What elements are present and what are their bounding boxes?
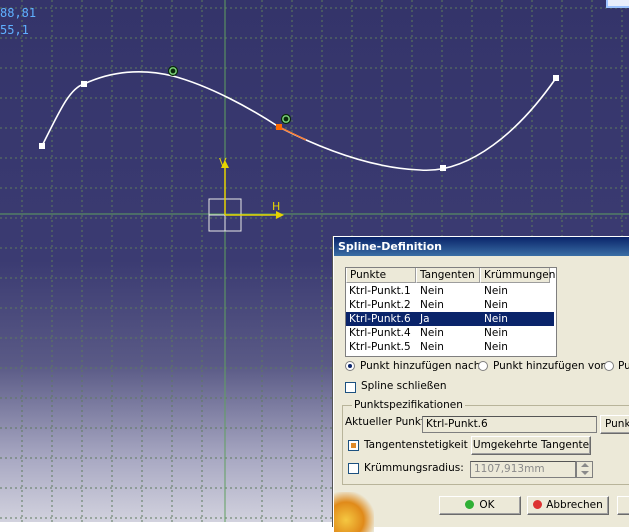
curvature-radius-label[interactable]: Krümmungsradius: <box>364 462 464 474</box>
radio-add-before[interactable] <box>478 361 488 371</box>
cancel-button[interactable]: Abbrechen <box>527 496 609 515</box>
control-point-1[interactable] <box>39 143 45 149</box>
control-point-4[interactable] <box>440 165 446 171</box>
dialog-title[interactable]: Spline-Definition <box>334 237 629 256</box>
constraint-marker-1[interactable] <box>167 65 179 77</box>
spinner-down-icon[interactable] <box>581 471 589 475</box>
column-header-curvatures[interactable]: Krümmungen <box>480 268 555 283</box>
column-header-points[interactable]: Punkte <box>346 268 416 283</box>
dialog-corner-graphic <box>334 492 374 532</box>
row-curvature: Nein <box>484 341 508 353</box>
curvature-spinner[interactable] <box>576 461 593 478</box>
points-table[interactable]: Punkte Tangenten Krümmungen Ktrl-Punkt.1… <box>345 267 557 357</box>
row-tangent: Nein <box>420 327 444 339</box>
radio-add-after[interactable] <box>345 361 355 371</box>
row-tangent: Nein <box>420 285 444 297</box>
cancel-icon <box>533 500 543 509</box>
table-row[interactable]: Ktrl-Punkt.4 Nein Nein <box>346 326 554 340</box>
cancel-label: Abbrechen <box>546 499 603 511</box>
radio-add-before-label[interactable]: Punkt hinzufügen vor <box>493 360 605 372</box>
control-point-6[interactable] <box>276 124 282 130</box>
close-spline-label[interactable]: Spline schließen <box>361 380 447 392</box>
table-row[interactable]: Ktrl-Punkt.5 Nein Nein <box>346 340 554 354</box>
table-row[interactable]: Ktrl-Punkt.1 Nein Nein <box>346 284 554 298</box>
tangent-indicator <box>278 126 307 141</box>
row-tangent: Ja <box>420 313 430 325</box>
control-point-2[interactable] <box>81 81 87 87</box>
row-point: Ktrl-Punkt.1 <box>349 285 411 297</box>
close-spline-checkbox[interactable] <box>345 382 356 393</box>
row-point: Ktrl-Punkt.4 <box>349 327 411 339</box>
compass-widget[interactable] <box>606 0 629 8</box>
point-spec-group-title: Punktspezifikationen <box>352 399 465 411</box>
tangent-continuity-label[interactable]: Tangentenstetigkeit <box>364 439 468 451</box>
spline-curve[interactable] <box>41 71 557 171</box>
hv-axis-widget[interactable] <box>208 160 284 232</box>
row-curvature: Nein <box>484 299 508 311</box>
h-axis-label: H <box>272 200 280 213</box>
table-row-selected[interactable]: Ktrl-Punkt.6 Ja Nein <box>346 312 554 326</box>
row-curvature: Nein <box>484 313 508 325</box>
spline-definition-dialog: Spline-Definition Punkte Tangenten Krümm… <box>333 236 629 532</box>
extra-button[interactable] <box>617 496 629 515</box>
v-axis-label: V <box>219 156 227 169</box>
tangent-continuity-checkbox[interactable] <box>348 440 359 451</box>
radio-third-option-label[interactable]: Pu <box>618 360 629 372</box>
row-tangent: Nein <box>420 299 444 311</box>
coord-readout-2: 55,1 <box>0 23 29 37</box>
spinner-up-icon[interactable] <box>581 463 589 467</box>
ok-label: OK <box>479 499 495 511</box>
table-row[interactable]: Ktrl-Punkt.2 Nein Nein <box>346 298 554 312</box>
control-point-5[interactable] <box>553 75 559 81</box>
reverse-tangent-button[interactable]: Umgekehrte Tangente <box>471 436 591 455</box>
radio-third-option[interactable] <box>604 361 614 371</box>
curvature-radius-checkbox[interactable] <box>348 463 359 474</box>
curvature-radius-field[interactable]: 1107,913mm <box>470 461 576 478</box>
radio-add-after-label[interactable]: Punkt hinzufügen nach <box>360 360 480 372</box>
row-curvature: Nein <box>484 285 508 297</box>
row-tangent: Nein <box>420 341 444 353</box>
point-button[interactable]: Punkt <box>600 415 629 434</box>
row-point: Ktrl-Punkt.5 <box>349 341 411 353</box>
current-point-label: Aktueller Punkt: <box>345 416 429 428</box>
constraint-marker-2[interactable] <box>280 113 292 125</box>
ok-button[interactable]: OK <box>439 496 521 515</box>
coord-readout-1: 88,81 <box>0 6 37 20</box>
row-point: Ktrl-Punkt.2 <box>349 299 411 311</box>
ok-icon <box>465 500 475 509</box>
column-header-tangents[interactable]: Tangenten <box>416 268 480 283</box>
current-point-field[interactable]: Ktrl-Punkt.6 <box>422 416 597 433</box>
row-point: Ktrl-Punkt.6 <box>349 313 411 325</box>
row-curvature: Nein <box>484 327 508 339</box>
